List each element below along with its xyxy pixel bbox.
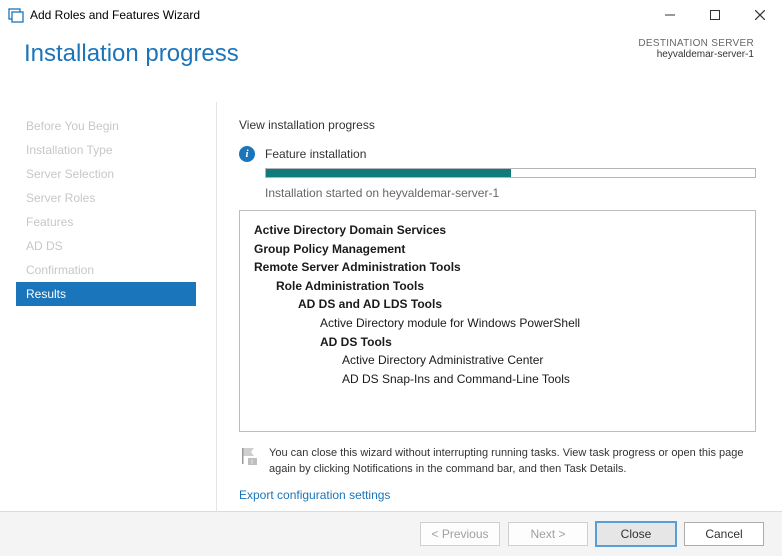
svg-text:1: 1: [251, 460, 254, 466]
maximize-icon: [710, 10, 720, 20]
app-icon: [8, 7, 24, 23]
detail-item: AD DS Snap-Ins and Command-Line Tools: [254, 370, 741, 389]
detail-item: Active Directory Domain Services: [254, 221, 741, 240]
section-title: View installation progress: [239, 118, 756, 132]
detail-item: Active Directory module for Windows Powe…: [254, 314, 741, 333]
nav-item-installation-type: Installation Type: [16, 138, 216, 162]
nav-item-confirmation: Confirmation: [16, 258, 216, 282]
nav-item-server-selection: Server Selection: [16, 162, 216, 186]
tip-text: You can close this wizard without interr…: [269, 446, 756, 478]
page-header: Installation progress DESTINATION SERVER…: [0, 30, 782, 102]
nav-item-server-roles: Server Roles: [16, 186, 216, 210]
detail-item: Group Policy Management: [254, 240, 741, 259]
wizard-nav: Before You BeginInstallation TypeServer …: [0, 102, 217, 514]
nav-item-features: Features: [16, 210, 216, 234]
nav-item-ad-ds: AD DS: [16, 234, 216, 258]
detail-item: Role Administration Tools: [254, 277, 741, 296]
flag-icon: 1: [239, 446, 259, 466]
minimize-button[interactable]: [647, 0, 692, 30]
detail-item: AD DS and AD LDS Tools: [254, 295, 741, 314]
detail-item: Remote Server Administration Tools: [254, 258, 741, 277]
wizard-footer: < Previous Next > Close Cancel: [0, 511, 782, 556]
minimize-icon: [665, 10, 675, 20]
progress-bar-fill: [266, 169, 511, 177]
nav-item-before-you-begin: Before You Begin: [16, 114, 216, 138]
progress-bar-track: [265, 168, 756, 178]
info-icon: i: [239, 146, 255, 162]
previous-button: < Previous: [420, 522, 500, 546]
close-window-button[interactable]: [737, 0, 782, 30]
export-link[interactable]: Export configuration settings: [239, 488, 390, 502]
detail-item: AD DS Tools: [254, 333, 741, 352]
maximize-button[interactable]: [692, 0, 737, 30]
status-line: Installation started on heyvaldemar-serv…: [265, 186, 756, 200]
next-button: Next >: [508, 522, 588, 546]
tip-block: 1 You can close this wizard without inte…: [239, 446, 756, 478]
feature-row: i Feature installation: [239, 146, 756, 162]
title-bar: Add Roles and Features Wizard: [0, 0, 782, 30]
detail-item: Active Directory Administrative Center: [254, 351, 741, 370]
destination-server: heyvaldemar-server-1: [638, 49, 754, 60]
wizard-content: View installation progress i Feature ins…: [217, 102, 782, 514]
window-title: Add Roles and Features Wizard: [30, 8, 200, 22]
cancel-button[interactable]: Cancel: [684, 522, 764, 546]
destination-label: DESTINATION SERVER: [638, 38, 754, 49]
nav-item-results[interactable]: Results: [16, 282, 196, 306]
close-icon: [755, 10, 765, 20]
export-block: Export configuration settings: [239, 488, 756, 502]
feature-label: Feature installation: [265, 147, 366, 161]
window-controls: [647, 0, 782, 30]
destination-block: DESTINATION SERVER heyvaldemar-server-1: [638, 38, 754, 60]
installation-details: Active Directory Domain ServicesGroup Po…: [239, 210, 756, 432]
close-button[interactable]: Close: [596, 522, 676, 546]
